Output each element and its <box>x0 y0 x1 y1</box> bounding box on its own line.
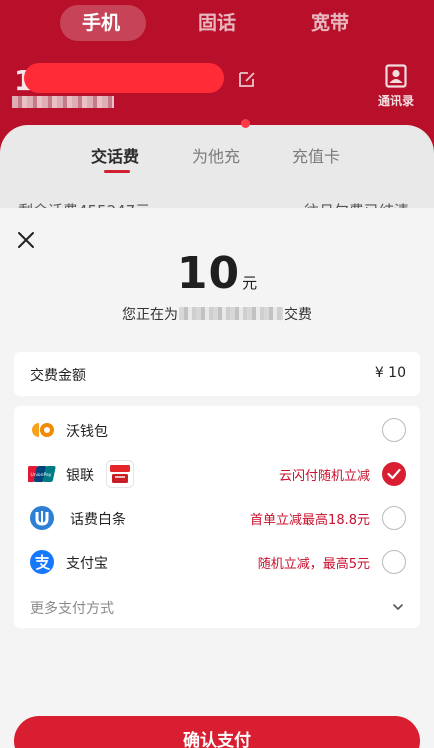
huafei-baitiao-icon <box>30 506 54 530</box>
more-payment-label: 更多支付方式 <box>30 601 114 617</box>
contacts-button[interactable]: 通讯录 <box>372 64 420 109</box>
close-icon[interactable] <box>16 230 36 250</box>
contacts-label: 通讯录 <box>377 94 414 108</box>
payment-name: 银联 <box>66 468 94 484</box>
payment-amount: 10 元 <box>0 248 434 299</box>
payment-option-alipay[interactable]: 支付宝 随机立减，最高5元 <box>14 540 420 584</box>
radio-button[interactable] <box>382 418 406 442</box>
unionpay-icon: UnionPay <box>28 466 56 482</box>
payment-name: 支付宝 <box>66 556 108 572</box>
paying-prefix: 您正在为 <box>122 307 178 323</box>
edit-icon[interactable] <box>238 70 256 88</box>
payment-option-wo-wallet[interactable]: 沃钱包 <box>14 408 420 452</box>
payment-methods-list: 沃钱包 UnionPay 银联 云闪付随机立减 话费白条 首单立减最高18.8元… <box>14 406 420 628</box>
service-type-tabs: 手机 固话 宽带 <box>0 5 434 41</box>
payment-option-unionpay[interactable]: UnionPay 银联 云闪付随机立减 <box>14 452 420 496</box>
paying-for-line: 您正在为 交费 <box>0 304 434 324</box>
payment-name: 话费白条 <box>70 512 126 528</box>
tab-broadband[interactable]: 宽带 <box>311 5 349 41</box>
redacted-target-number <box>179 307 283 320</box>
redacted-subtitle <box>12 96 114 108</box>
amount-value: 10 <box>176 248 241 299</box>
more-payment-methods[interactable]: 更多支付方式 <box>14 590 420 626</box>
fee-value: ¥ 10 <box>374 365 406 381</box>
radio-button-selected[interactable] <box>382 462 406 486</box>
payment-sheet: 10 元 您正在为 交费 交费金额 ¥ 10 沃钱包 UnionPay 银联 云… <box>0 208 434 748</box>
tab-pay-bill[interactable]: 交话费 <box>91 143 139 167</box>
confirm-payment-button[interactable]: 确认支付 <box>14 716 420 748</box>
contacts-icon <box>385 64 407 88</box>
promo-text: 首单立减最高18.8元 <box>250 513 370 528</box>
paying-suffix: 交费 <box>284 307 312 323</box>
radio-button[interactable] <box>382 506 406 530</box>
active-tab-underline <box>104 170 130 173</box>
fee-amount-row: 交费金额 ¥ 10 <box>14 352 420 396</box>
svg-text:UnionPay: UnionPay <box>31 472 52 478</box>
payment-option-huafei-baitiao[interactable]: 话费白条 首单立减最高18.8元 <box>14 496 420 540</box>
yunshanfu-icon <box>106 460 134 488</box>
wo-wallet-icon <box>32 423 54 437</box>
payment-name: 沃钱包 <box>66 424 108 440</box>
tab-mobile[interactable]: 手机 <box>82 5 120 41</box>
recharge-type-tabs: 交话费 为他充 充值卡 <box>0 143 434 166</box>
tab-landline[interactable]: 固话 <box>198 5 236 41</box>
alipay-icon <box>30 550 54 574</box>
chevron-down-icon <box>393 604 403 610</box>
tab-recharge-card[interactable]: 充值卡 <box>292 143 340 167</box>
promo-text: 随机立减，最高5元 <box>257 557 370 572</box>
amount-unit: 元 <box>242 274 258 292</box>
redacted-phone-number <box>24 63 224 93</box>
promo-text: 云闪付随机立减 <box>278 469 370 484</box>
fee-label: 交费金额 <box>30 368 86 384</box>
carousel-dot <box>241 119 250 128</box>
check-icon <box>387 468 401 480</box>
radio-button[interactable] <box>382 550 406 574</box>
tab-pay-for-others[interactable]: 为他充 <box>192 143 240 167</box>
